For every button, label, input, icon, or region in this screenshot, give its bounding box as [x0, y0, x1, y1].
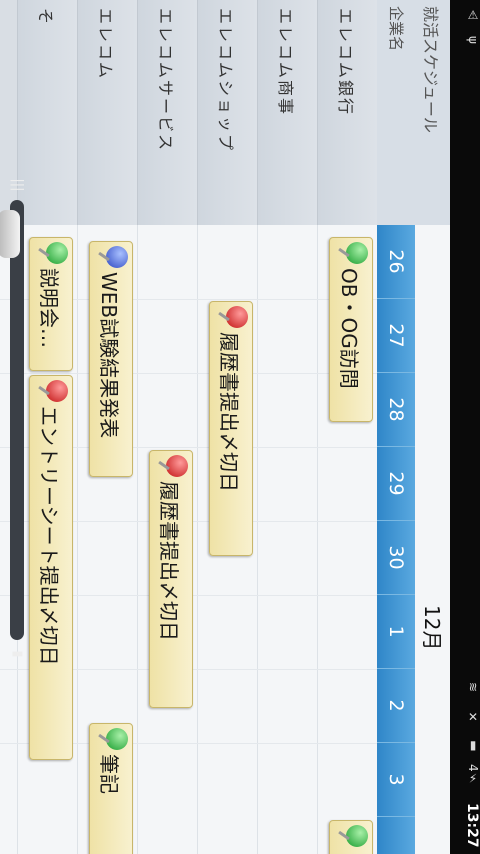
event-label: WEB試験結果発表 [97, 272, 121, 439]
company-name: エレコムショップ [216, 8, 235, 153]
company-name: エレコム [96, 8, 115, 81]
scroll-thumb[interactable] [0, 210, 20, 258]
horizontal-scrollbar[interactable]: ||| ▮ [0, 0, 32, 854]
month-label: 12月 [420, 605, 444, 651]
event-card[interactable]: OB・OG訪問 [329, 237, 373, 422]
header-label-area: 就活スケジュール [414, 0, 450, 225]
event-label: 説明会… [37, 268, 61, 348]
day-cell: 27 [377, 299, 415, 373]
company-row[interactable]: エレコム銀行 [317, 0, 377, 225]
day-header: 26 27 28 29 30 1 2 3 [377, 225, 415, 854]
pushpin-red-icon [166, 455, 188, 477]
schedule-grid[interactable]: OB・OG訪問 履歴書提出〆切日 履歴書提出〆切日 WEB試験結果発表 筆記 説… [0, 225, 377, 854]
schedule-view: 就活スケジュール 企業名 エレコム銀行 エレコム商事 エレコムショップ エレコム… [0, 0, 450, 854]
day-cell: 1 [377, 595, 415, 669]
company-name: そ [36, 8, 55, 27]
event-card[interactable] [329, 820, 373, 854]
pushpin-green-icon [346, 242, 368, 264]
status-time: 13:27 [464, 803, 480, 848]
company-row[interactable]: エレコムショップ [197, 0, 257, 225]
company-name: エレコム商事 [276, 8, 295, 117]
event-label: 履歴書提出〆切日 [157, 481, 181, 641]
silent-icon: ✕ [466, 710, 480, 724]
event-label: 筆記 [97, 754, 121, 794]
company-name: エレコムサービス [156, 8, 175, 153]
company-row[interactable]: エレコム商事 [257, 0, 317, 225]
event-card[interactable]: 履歴書提出〆切日 [209, 301, 253, 556]
company-list[interactable]: エレコム銀行 エレコム商事 エレコムショップ エレコムサービス エレコム そ [0, 0, 377, 225]
event-label: 履歴書提出〆切日 [217, 332, 241, 492]
scroll-track[interactable] [0, 200, 24, 640]
scroll-start-icon[interactable]: ||| [7, 176, 27, 194]
event-card[interactable]: 筆記 [89, 723, 133, 854]
company-column-header: 企業名 [387, 6, 405, 52]
grid-col [0, 373, 377, 374]
day-cell: 3 [377, 743, 415, 817]
event-card[interactable]: 説明会… [29, 237, 73, 371]
event-card[interactable]: エントリーシート提出〆切日 [29, 375, 73, 760]
wifi-icon: ≋ [466, 682, 480, 693]
pushpin-red-icon [226, 306, 248, 328]
grid-row [257, 225, 317, 854]
pushpin-blue-icon [106, 246, 128, 268]
app-window: 就活スケジュール 企業名 エレコム銀行 エレコム商事 エレコムショップ エレコム… [0, 0, 450, 854]
day-cell: 2 [377, 669, 415, 743]
usb-icon: ψ [466, 36, 480, 44]
battery-charging-icon: 4⚡ [466, 764, 480, 786]
app-title: 就活スケジュール [421, 6, 440, 133]
warning-icon: ⚠ [466, 8, 480, 22]
day-cell: 28 [377, 373, 415, 447]
event-label: エントリーシート提出〆切日 [37, 406, 61, 666]
column-header-area: 企業名 [376, 0, 415, 225]
company-row[interactable]: エレコム [77, 0, 137, 225]
pushpin-green-icon [346, 825, 368, 847]
company-row[interactable]: エレコムサービス [137, 0, 197, 225]
signal-icon: ▮ [466, 738, 480, 752]
event-label: OB・OG訪問 [337, 268, 361, 389]
day-cell: 29 [377, 447, 415, 521]
pushpin-red-icon [46, 380, 68, 402]
day-cell: 26 [377, 225, 415, 299]
pushpin-green-icon [106, 728, 128, 750]
scroll-end-icon[interactable]: ▮ [7, 645, 27, 663]
event-card[interactable]: WEB試験結果発表 [89, 241, 133, 477]
event-card[interactable]: 履歴書提出〆切日 [149, 450, 193, 708]
company-name: エレコム銀行 [336, 8, 355, 117]
pushpin-green-icon [46, 242, 68, 264]
status-bar: ⚠ ψ ≋ ✕ ▮ 4⚡ 13:27 [450, 0, 480, 854]
timeline[interactable]: 12月 26 27 28 29 30 1 2 3 OB・OG訪問 履歴書提出〆切… [0, 225, 450, 854]
day-cell: 30 [377, 521, 415, 595]
battery-level: 4 [466, 764, 480, 772]
